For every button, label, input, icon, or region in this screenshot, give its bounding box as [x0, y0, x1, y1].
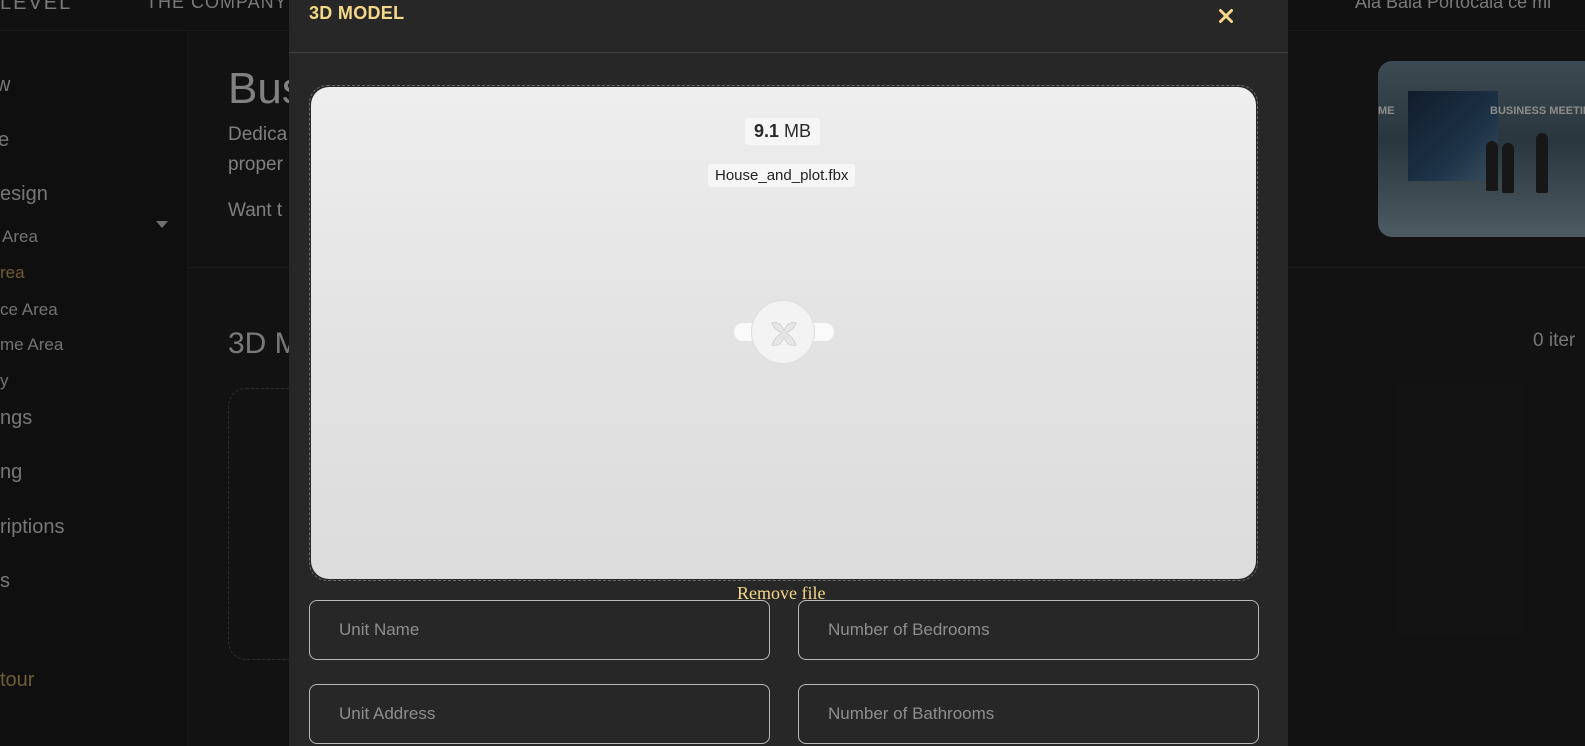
loader-glyph-icon [771, 322, 797, 346]
model-upload-modal: 3D MODEL 9.1 MB House_and_plot.fbx Remov… [289, 0, 1288, 746]
modal-title: 3D MODEL [309, 3, 405, 23]
close-icon [1219, 9, 1233, 23]
file-preview: 9.1 MB House_and_plot.fbx [311, 87, 1256, 579]
bathrooms-input[interactable] [798, 684, 1259, 744]
modal-header: 3D MODEL [289, 0, 1288, 53]
file-name: House_and_plot.fbx [708, 164, 856, 187]
file-size-value: 9.1 [754, 121, 780, 141]
bedrooms-input[interactable] [798, 600, 1259, 660]
close-button[interactable] [1214, 4, 1238, 28]
file-size: 9.1 MB [745, 118, 821, 145]
unit-name-input[interactable] [309, 600, 770, 660]
file-size-unit: MB [784, 121, 812, 141]
file-dropzone[interactable]: 9.1 MB House_and_plot.fbx [309, 85, 1258, 581]
loading-spinner-icon [734, 300, 834, 366]
unit-address-input[interactable] [309, 684, 770, 744]
